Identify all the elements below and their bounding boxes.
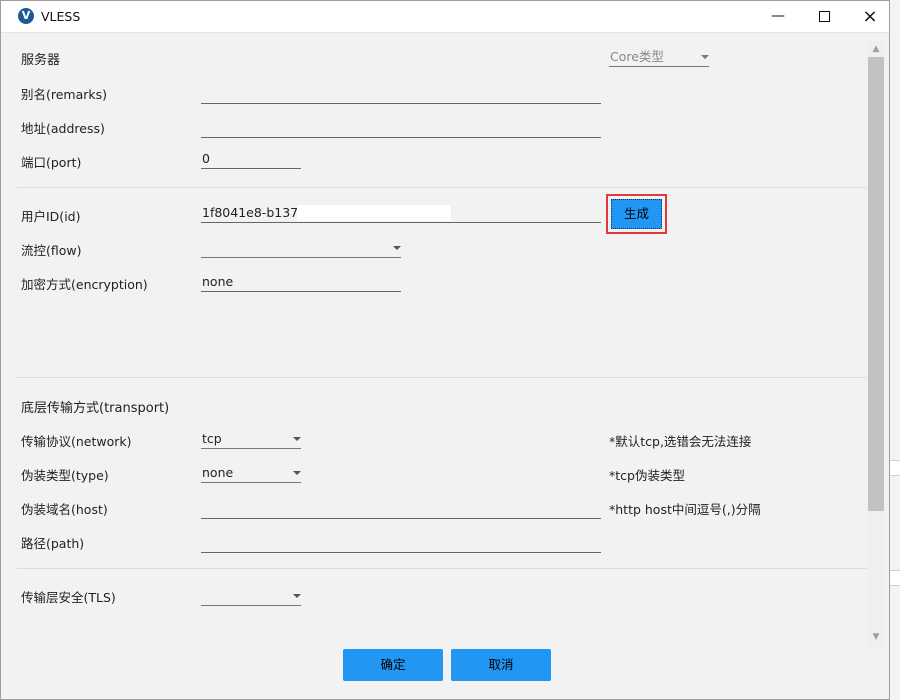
scroll-down-icon[interactable]: ▼ [867,629,885,645]
maximize-button[interactable] [801,1,847,32]
remarks-label: 别名(remarks) [21,87,108,102]
type-select[interactable]: none [201,463,301,483]
close-button[interactable]: × [847,1,893,32]
scroll-up-icon[interactable]: ▲ [867,41,885,57]
cancel-button[interactable]: 取消 [451,649,551,681]
vertical-scrollbar[interactable]: ▲ ▼ [867,41,885,647]
tls-label: 传输层安全(TLS) [21,590,116,605]
port-input[interactable]: 0 [201,149,301,169]
host-label: 伪装域名(host) [21,502,108,517]
network-value: tcp [202,431,222,446]
minimize-button[interactable]: — [755,1,801,32]
core-type-placeholder: Core类型 [610,49,664,64]
port-label: 端口(port) [21,155,82,170]
chevron-down-icon [293,471,301,475]
maximize-icon [818,11,830,22]
user-id-label: 用户ID(id) [21,209,81,224]
chevron-down-icon [393,246,401,250]
chevron-down-icon [701,55,709,59]
host-input[interactable] [201,499,601,519]
flow-select[interactable] [201,238,401,258]
generate-button-highlight: 生成 [606,194,667,234]
path-input[interactable] [201,533,601,553]
app-logo-icon: V [18,8,34,24]
remarks-input[interactable] [201,84,601,104]
window-title: VLESS [41,9,81,24]
type-label: 伪装类型(type) [21,468,109,483]
network-hint: *默认tcp,选错会无法连接 [609,434,752,449]
encryption-input[interactable]: none [201,272,401,292]
chevron-down-icon [293,437,301,441]
chevron-down-icon [293,594,301,598]
network-select[interactable]: tcp [201,429,301,449]
transport-section-label: 底层传输方式(transport) [21,401,170,416]
network-label: 传输协议(network) [21,434,132,449]
title-bar[interactable]: V VLESS — × [1,1,889,33]
server-section-label: 服务器 [21,53,61,68]
type-hint: *tcp伪装类型 [609,468,685,483]
generate-button[interactable]: 生成 [611,199,662,229]
type-value: none [202,465,234,480]
ok-button[interactable]: 确定 [343,649,443,681]
address-label: 地址(address) [21,121,105,136]
scrollbar-thumb[interactable] [868,57,884,511]
vless-dialog: V VLESS — × 服务器 Core类型 别名(remarks) 地址(ad… [0,0,890,700]
encryption-label: 加密方式(encryption) [21,277,148,292]
flow-label: 流控(flow) [21,243,82,258]
path-label: 路径(path) [21,536,85,551]
core-type-select[interactable]: Core类型 [609,47,709,67]
host-hint: *http host中间逗号(,)分隔 [609,502,761,517]
section-divider [17,568,867,569]
section-divider [17,377,867,378]
tls-select[interactable] [201,586,301,606]
redaction-mask [297,205,451,221]
address-input[interactable] [201,118,601,138]
section-divider [17,187,867,188]
